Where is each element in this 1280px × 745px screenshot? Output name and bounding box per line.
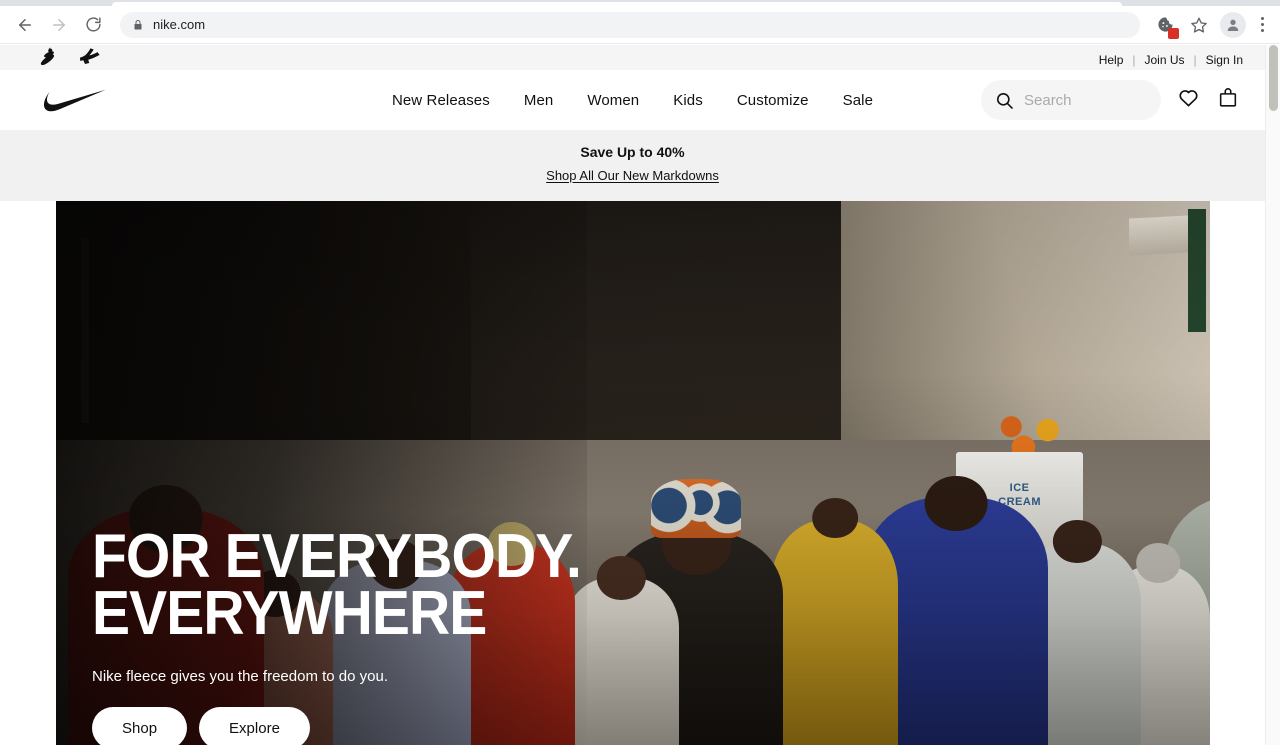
search-box[interactable] xyxy=(981,80,1161,120)
three-dot-menu-icon[interactable] xyxy=(1252,12,1272,38)
cart-button[interactable] xyxy=(1215,87,1241,113)
star-icon[interactable] xyxy=(1186,12,1212,38)
separator-1: | xyxy=(1132,53,1136,67)
hero-cta-group: Shop Explore xyxy=(92,707,623,745)
back-arrow-icon xyxy=(16,16,34,34)
vertical-scrollbar-thumb[interactable] xyxy=(1269,45,1278,111)
extension-cookie-icon[interactable] xyxy=(1152,12,1179,39)
nike-swoosh-logo[interactable] xyxy=(44,89,134,112)
search-icon xyxy=(995,91,1014,110)
browser-window: nike.com Help | Join Us | Sign In New Re… xyxy=(0,0,1280,745)
hero-title-line1: For Everybody. xyxy=(92,521,582,591)
heart-icon xyxy=(1177,86,1200,114)
nav-customize[interactable]: Customize xyxy=(737,92,809,109)
utility-bar: Help | Join Us | Sign In xyxy=(0,45,1265,70)
nav-new-releases[interactable]: New Releases xyxy=(392,92,490,109)
search-input[interactable] xyxy=(1024,91,1147,109)
explore-button[interactable]: Explore xyxy=(199,707,310,745)
utility-links: Help | Join Us | Sign In xyxy=(1099,53,1243,67)
sign-in-link[interactable]: Sign In xyxy=(1206,53,1243,67)
nike-homepage: Help | Join Us | Sign In New Releases Me… xyxy=(0,45,1265,745)
nav-sale[interactable]: Sale xyxy=(843,92,873,109)
profile-avatar-icon[interactable] xyxy=(1220,11,1246,38)
promo-title: Save Up to 40% xyxy=(580,144,685,160)
page-viewport: Help | Join Us | Sign In New Releases Me… xyxy=(0,45,1280,745)
help-link[interactable]: Help xyxy=(1099,53,1124,67)
reload-button[interactable] xyxy=(79,11,107,39)
forward-button[interactable] xyxy=(45,11,73,39)
vertical-scrollbar[interactable] xyxy=(1265,45,1280,745)
brand-logo-list xyxy=(40,45,105,67)
separator-2: | xyxy=(1193,53,1197,67)
nav-women[interactable]: Women xyxy=(587,92,639,109)
lock-icon xyxy=(132,19,144,31)
browser-toolbar: nike.com xyxy=(0,6,1280,44)
nav-men[interactable]: Men xyxy=(524,92,553,109)
promo-link[interactable]: Shop All Our New Markdowns xyxy=(546,168,719,183)
forward-arrow-icon xyxy=(50,16,68,34)
shop-button[interactable]: Shop xyxy=(92,707,188,745)
join-us-link[interactable]: Join Us xyxy=(1145,53,1185,67)
back-button[interactable] xyxy=(11,11,39,39)
shopping-bag-icon xyxy=(1217,87,1239,114)
converse-logo[interactable] xyxy=(79,47,105,67)
reload-icon xyxy=(85,16,102,33)
extension-badge xyxy=(1168,27,1179,39)
nav-kids[interactable]: Kids xyxy=(673,92,703,109)
hero-banner[interactable]: ICECREAM xyxy=(56,201,1210,745)
hero-subtitle: Nike fleece gives you the freedom to do … xyxy=(92,668,389,685)
hero-content: For Everybody. Everywhere Nike fleece gi… xyxy=(92,521,623,745)
favorites-button[interactable] xyxy=(1175,87,1201,113)
address-bar[interactable]: nike.com xyxy=(120,11,1140,38)
header-actions xyxy=(981,80,1241,120)
hero-title-line2: Everywhere xyxy=(92,578,487,648)
jordan-logo[interactable] xyxy=(40,47,57,67)
hero-section: ICECREAM xyxy=(0,201,1265,745)
url-text: nike.com xyxy=(153,17,206,32)
toolbar-actions xyxy=(1148,11,1272,39)
site-header: New Releases Men Women Kids Customize Sa… xyxy=(0,70,1265,130)
promo-banner: Save Up to 40% Shop All Our New Markdown… xyxy=(0,130,1265,201)
